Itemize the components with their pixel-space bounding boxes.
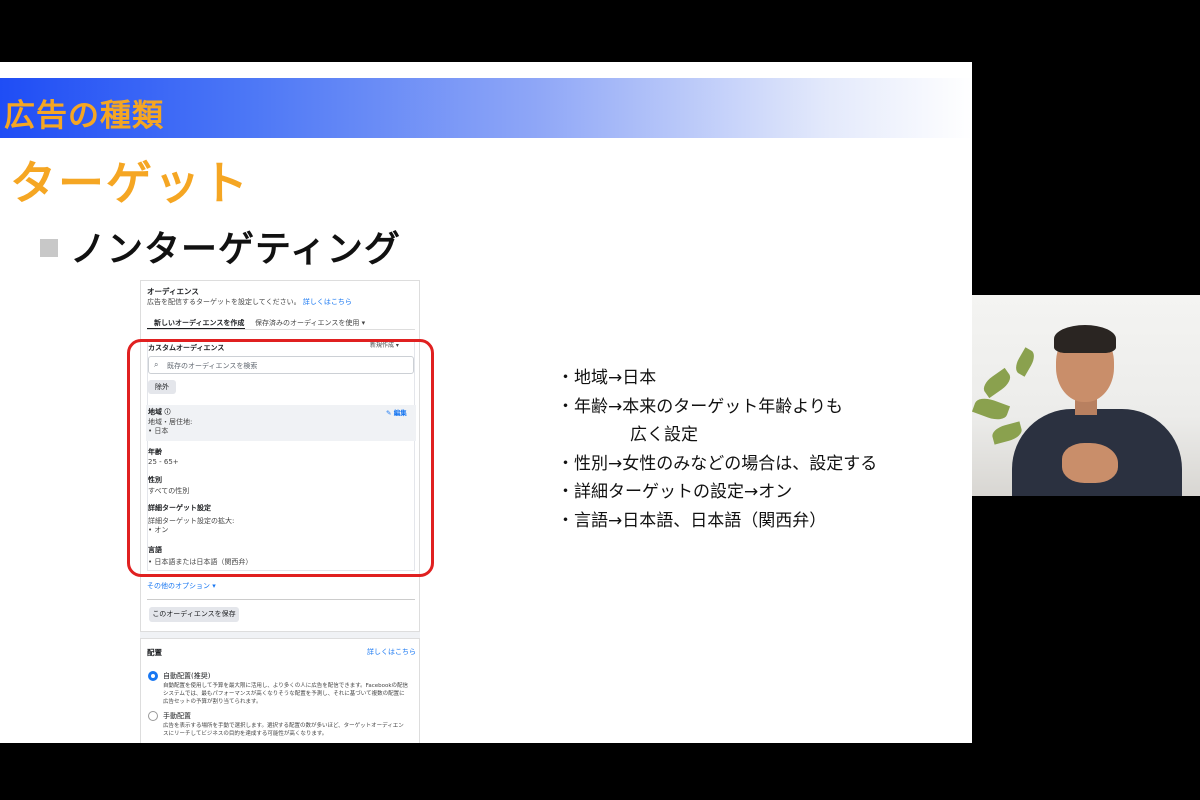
audience-title: オーディエンス — [147, 287, 199, 296]
plant-leaf — [980, 367, 1014, 399]
placement-title: 配置 — [147, 648, 162, 657]
slide-section-title: 広告の種類 — [4, 98, 164, 134]
tab-new-audience[interactable]: 新しいオーディエンスを作成 — [154, 318, 244, 328]
square-bullet-icon — [40, 239, 58, 257]
plant-leaf — [1012, 347, 1038, 377]
highlight-frame — [127, 339, 434, 577]
manual-placement-desc-1: 広告を表示する場所を手動で選択します。選択する配置の数が多いほど、ターゲットオー… — [163, 723, 404, 729]
placement-learn-more-link[interactable]: 詳しくはこちら — [367, 647, 416, 657]
manual-placement-desc-2: スにリーチしてビジネスの目的を達成する可能性が高くなります。 — [163, 731, 328, 737]
tabs-divider — [147, 329, 415, 330]
audience-desc-text: 広告を配信するターゲットを設定してください。 — [147, 298, 301, 306]
tab-saved-audience[interactable]: 保存済みのオーディエンスを使用 ▾ — [255, 318, 365, 328]
save-audience-button[interactable]: このオーディエンスを保存 — [149, 607, 239, 622]
other-options-link[interactable]: その他のオプション ▾ — [147, 581, 216, 591]
plant-leaf — [972, 394, 1011, 424]
title-band: 広告の種類 — [0, 78, 972, 138]
subheading-row: ノンターゲティング — [40, 220, 401, 272]
slide-notes: ・地域→日本 ・年齢→本来のターゲット年齢よりも 広く設定 ・性別→女性のみなど… — [557, 364, 877, 535]
slide-heading: ターゲット — [10, 156, 250, 210]
presenter-webcam — [972, 295, 1200, 496]
slide-subheading: ノンターゲティング — [70, 229, 401, 270]
learn-more-link[interactable]: 詳しくはこちら — [303, 298, 352, 306]
note-language: ・言語→日本語、日本語（関西弁） — [557, 510, 827, 531]
presenter-hair — [1054, 325, 1116, 353]
audience-description: 広告を配信するターゲットを設定してください。 詳しくはこちら — [147, 297, 352, 307]
auto-placement-desc-1: 自動配置を使用して予算を最大限に活用し、より多くの人に広告を配信できます。Fac… — [163, 683, 409, 689]
auto-placement-desc-3: 広告セットの予算が割り当てられます。 — [163, 699, 262, 705]
auto-placement-label: 自動配置(推奨) — [163, 672, 211, 680]
note-age: ・年齢→本来のターゲット年齢よりも — [557, 396, 843, 417]
auto-placement-radio[interactable] — [148, 671, 158, 681]
placement-card: 配置 詳しくはこちら 自動配置(推奨) 自動配置を使用して予算を最大限に活用し、… — [140, 638, 420, 743]
manual-placement-label: 手動配置 — [163, 712, 191, 720]
note-detailed: ・詳細ターゲットの設定→オン — [557, 482, 793, 502]
section-divider — [147, 599, 415, 600]
manual-placement-radio[interactable] — [148, 711, 158, 721]
auto-placement-desc-2: システムでは、最もパフォーマンスが高くなりそうな配置を予測し、それに基づいて複数… — [163, 691, 405, 697]
note-region: ・地域→日本 — [557, 368, 657, 388]
presenter-hand — [1062, 443, 1118, 483]
note-gender: ・性別→女性のみなどの場合は、設定する — [557, 453, 878, 474]
note-age-cont: 広く設定 — [630, 425, 698, 445]
